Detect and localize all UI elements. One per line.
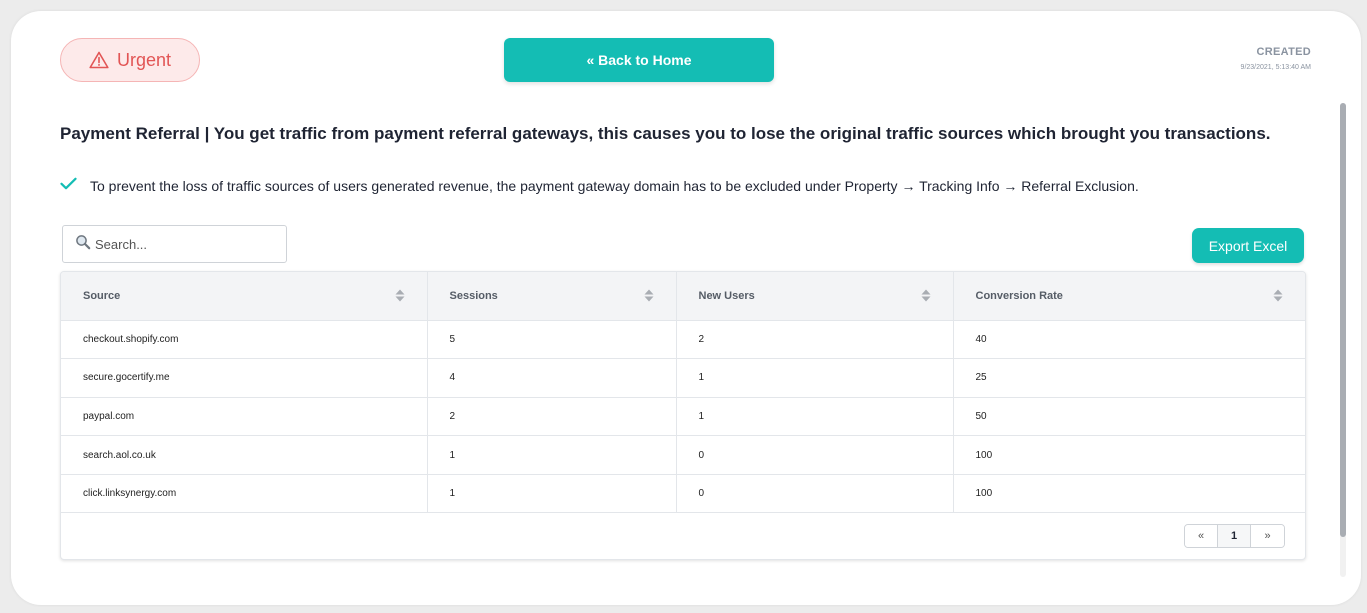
vertical-scrollbar[interactable] (1340, 103, 1346, 577)
cell-source: secure.gocertify.me (61, 358, 428, 398)
report-card: Urgent « Back to Home CREATED 9/23/2021,… (11, 11, 1361, 605)
cell-sessions: 5 (427, 320, 677, 360)
sort-icon[interactable] (644, 289, 654, 305)
table-row: paypal.com 2 1 50 (61, 397, 1305, 437)
cell-source: search.aol.co.uk (61, 435, 428, 475)
check-icon (60, 177, 77, 195)
cell-new-users: 1 (676, 397, 954, 437)
table-row: secure.gocertify.me 4 1 25 (61, 358, 1305, 398)
sort-icon[interactable] (395, 289, 405, 305)
recommendation-text: To prevent the loss of traffic sources o… (90, 178, 1139, 194)
recommendation: To prevent the loss of traffic sources o… (60, 177, 1139, 195)
page-1-button[interactable]: 1 (1218, 525, 1251, 547)
cell-conversion-rate: 100 (953, 474, 1305, 514)
search-icon (75, 234, 91, 255)
created-info: CREATED 9/23/2021, 5:13:40 AM (1241, 46, 1311, 71)
search-box[interactable] (62, 225, 287, 263)
created-date: 9/23/2021, 5:13:40 AM (1240, 64, 1311, 71)
cell-source: checkout.shopify.com (61, 320, 428, 360)
search-input[interactable] (95, 236, 275, 252)
next-page-button[interactable]: » (1251, 525, 1284, 547)
cell-conversion-rate: 40 (953, 320, 1305, 360)
table-row: checkout.shopify.com 5 2 40 (61, 320, 1305, 360)
cell-new-users: 0 (676, 474, 954, 514)
prev-page-button[interactable]: « (1185, 525, 1218, 547)
urgent-label: Urgent (116, 49, 172, 70)
table-header-row: Source Sessions New Users Conversion Rat… (61, 272, 1305, 321)
scrollbar-thumb[interactable] (1340, 103, 1346, 537)
column-header-label: Source (83, 289, 121, 302)
page-heading: Payment Referral | You get traffic from … (60, 124, 1271, 143)
data-table: Source Sessions New Users Conversion Rat… (60, 271, 1306, 560)
export-excel-button[interactable]: Export Excel (1192, 228, 1304, 263)
column-header-conversion-rate[interactable]: Conversion Rate (953, 272, 1305, 321)
sort-icon[interactable] (921, 289, 931, 305)
cell-new-users: 0 (676, 435, 954, 475)
cell-sessions: 2 (427, 397, 677, 437)
created-label: CREATED (1256, 46, 1311, 58)
cell-sessions: 4 (427, 358, 677, 398)
cell-conversion-rate: 25 (953, 358, 1305, 398)
pagination: « 1 » (1184, 524, 1285, 548)
urgent-badge: Urgent (60, 38, 200, 82)
cell-conversion-rate: 50 (953, 397, 1305, 437)
back-to-home-button[interactable]: « Back to Home (504, 38, 774, 82)
warning-triangle-icon (89, 51, 109, 69)
column-header-sessions[interactable]: Sessions (427, 272, 677, 321)
cell-sessions: 1 (427, 435, 677, 475)
column-header-source[interactable]: Source (61, 272, 428, 321)
cell-new-users: 2 (676, 320, 954, 360)
cell-source: paypal.com (61, 397, 428, 437)
column-header-label: New Users (698, 289, 755, 302)
cell-source: click.linksynergy.com (61, 474, 428, 514)
column-header-new-users[interactable]: New Users (676, 272, 954, 321)
sort-icon[interactable] (1273, 289, 1283, 305)
cell-new-users: 1 (676, 358, 954, 398)
table-row: search.aol.co.uk 1 0 100 (61, 435, 1305, 475)
table-row: click.linksynergy.com 1 0 100 (61, 474, 1305, 514)
column-header-label: Sessions (449, 289, 498, 302)
cell-conversion-rate: 100 (953, 435, 1305, 475)
column-header-label: Conversion Rate (975, 289, 1063, 302)
cell-sessions: 1 (427, 474, 677, 514)
